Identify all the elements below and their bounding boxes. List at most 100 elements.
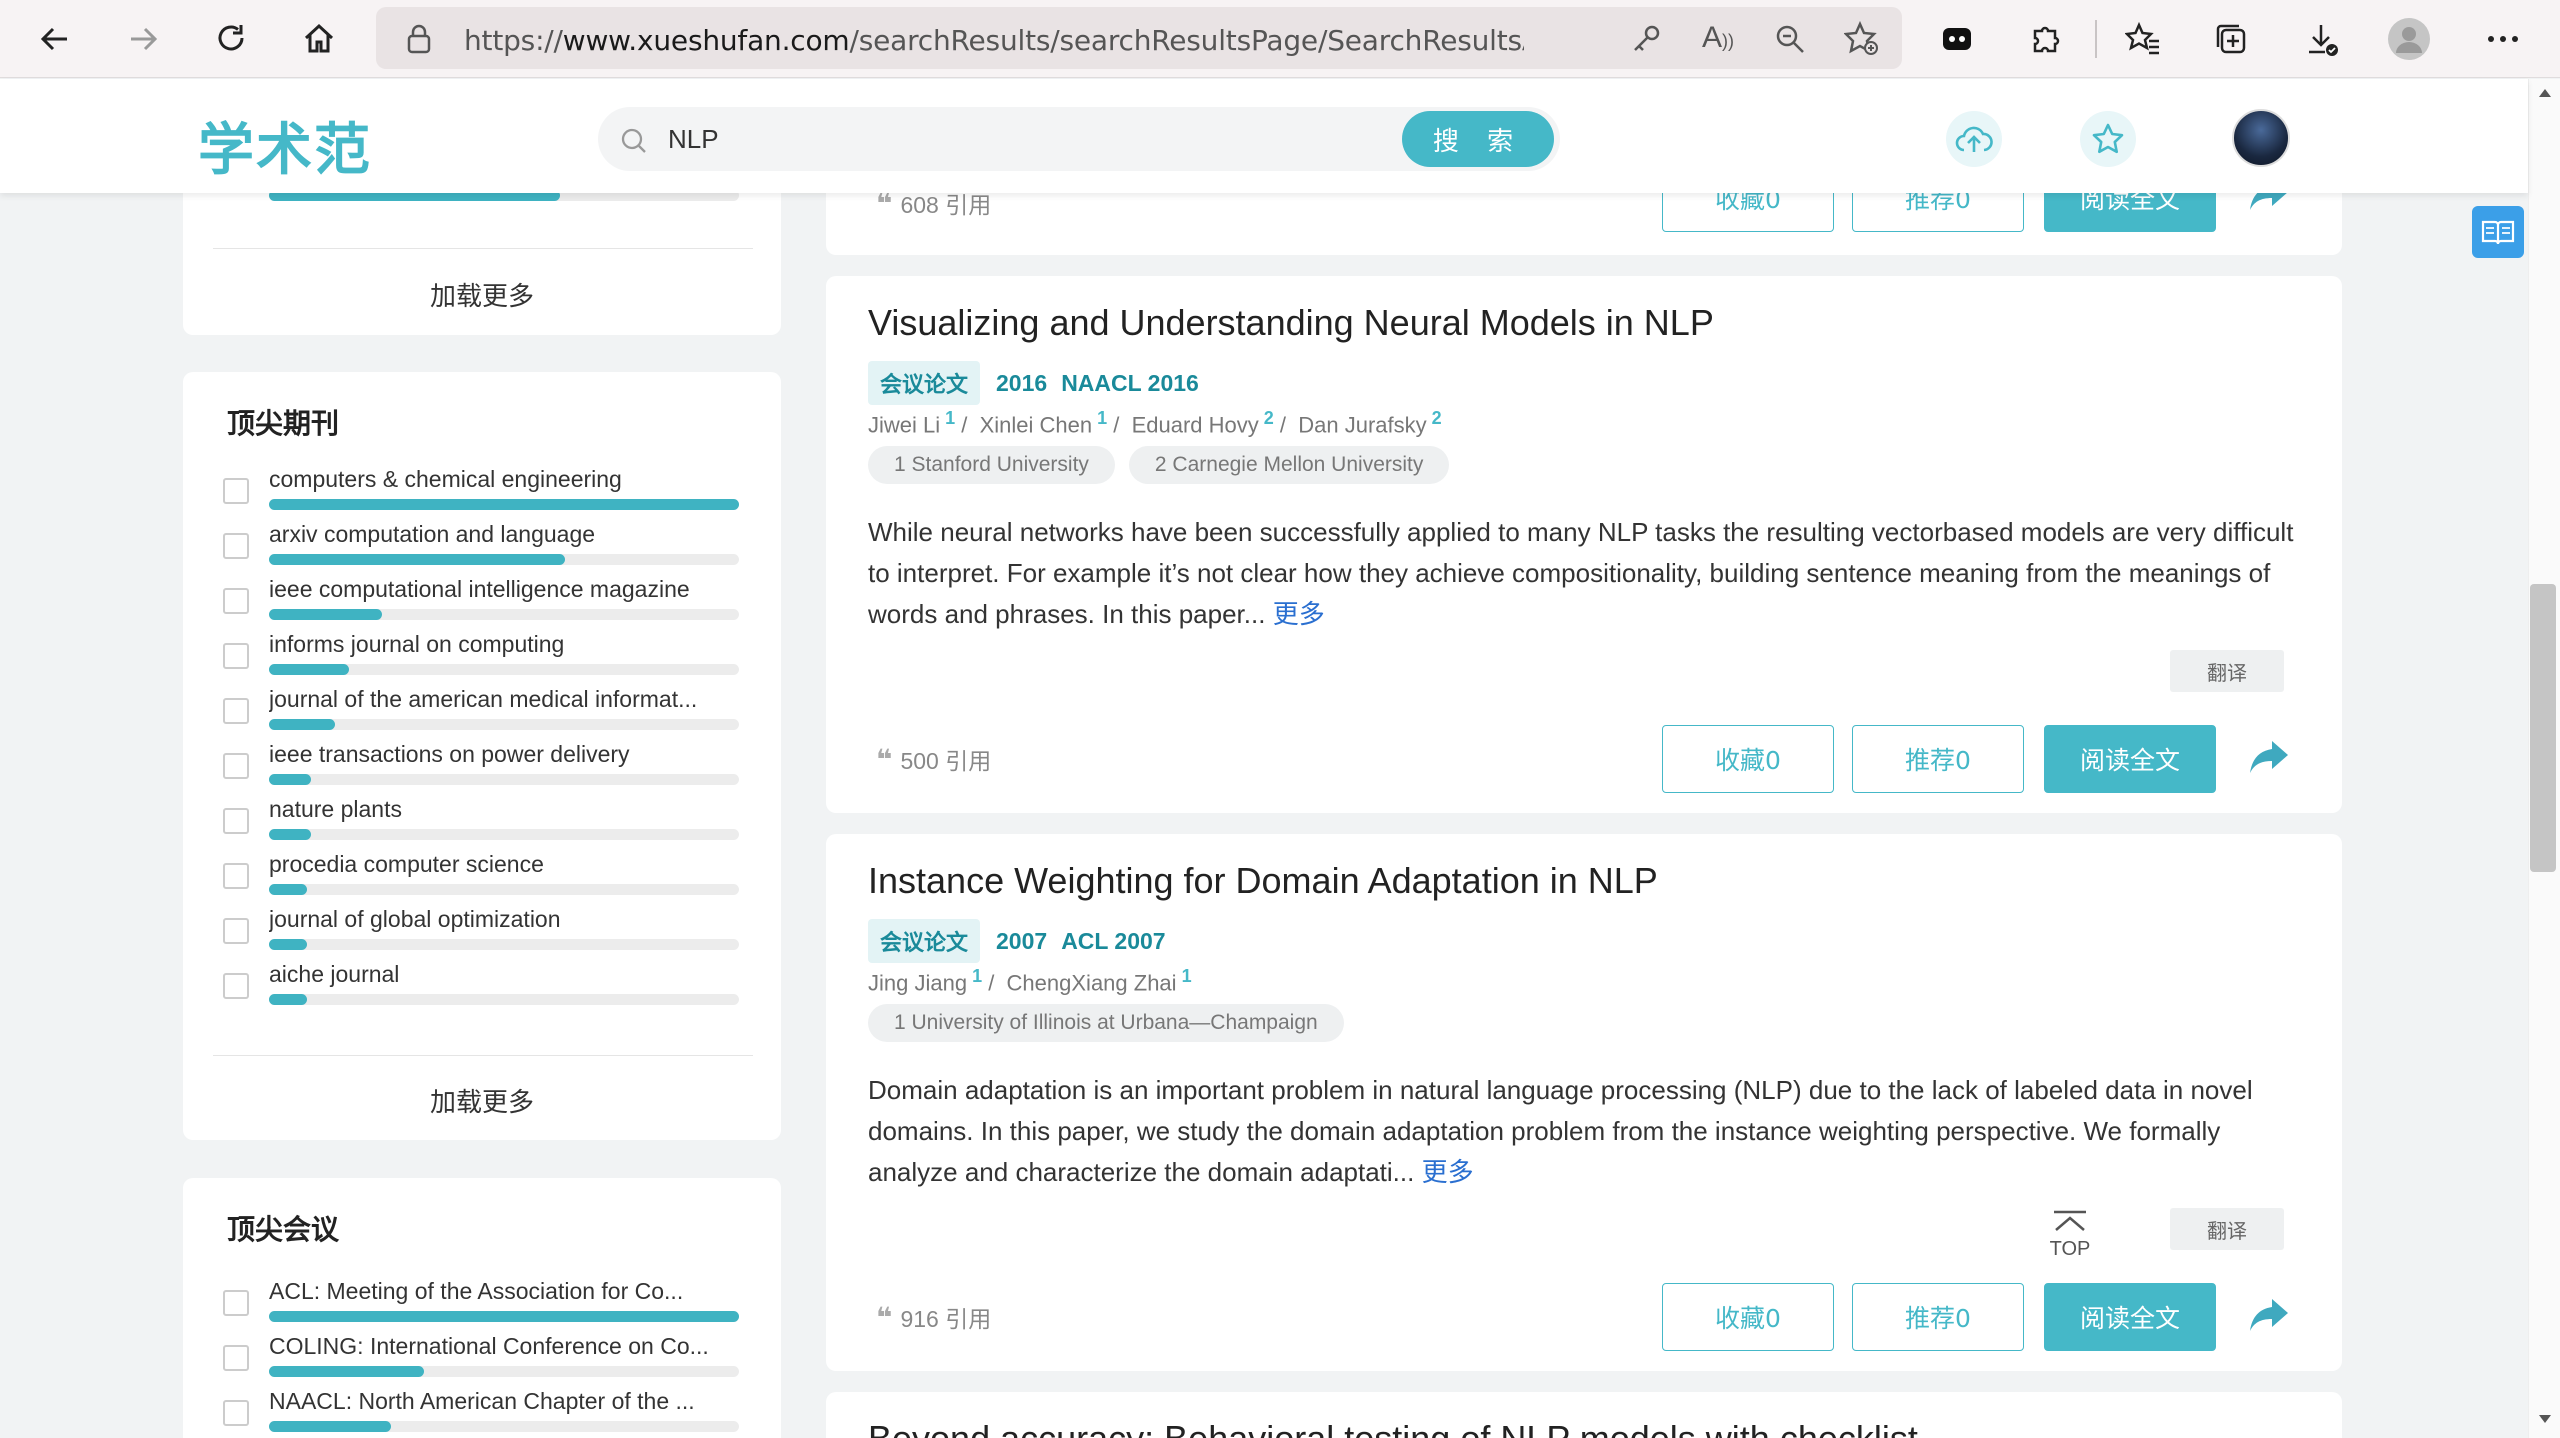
filter-item[interactable]: NAACL: North American Chapter of the ...: [223, 1388, 743, 1438]
filter-label[interactable]: COLING: International Conference on Co..…: [269, 1333, 741, 1360]
filter-checkbox[interactable]: [223, 808, 249, 834]
search-input[interactable]: [668, 119, 1368, 159]
affiliation-chip[interactable]: 2 Carnegie Mellon University: [1128, 446, 1450, 484]
author-name[interactable]: Jing Jiang: [868, 970, 967, 995]
filter-label[interactable]: journal of global optimization: [269, 906, 741, 933]
puzzle-icon[interactable]: [2018, 12, 2072, 66]
scrollbar-thumb[interactable]: [2530, 584, 2556, 872]
lock-icon[interactable]: [406, 24, 432, 59]
site-logo[interactable]: 学术范: [198, 105, 372, 186]
key-icon[interactable]: [1630, 23, 1662, 60]
downloads-icon[interactable]: [2294, 12, 2348, 66]
profile-icon[interactable]: [2382, 12, 2436, 66]
load-more-button[interactable]: 加载更多: [183, 1082, 781, 1119]
zoom-icon[interactable]: [1774, 23, 1806, 60]
filter-checkbox[interactable]: [223, 588, 249, 614]
more-menu-icon[interactable]: [2476, 12, 2530, 66]
filter-checkbox[interactable]: [223, 533, 249, 559]
affiliation-chip[interactable]: 1 Stanford University: [868, 446, 1115, 484]
share-icon[interactable]: [2248, 1295, 2290, 1335]
filter-label[interactable]: procedia computer science: [269, 851, 741, 878]
immersive-reader-icon[interactable]: [2472, 206, 2524, 258]
read-full-text-button[interactable]: 阅读全文: [2044, 1283, 2216, 1351]
load-more-button[interactable]: 加载更多: [183, 276, 781, 313]
filter-item[interactable]: ieee transactions on power delivery: [223, 741, 743, 796]
author-name[interactable]: Xinlei Chen: [980, 412, 1093, 437]
author-name[interactable]: Eduard Hovy: [1132, 412, 1259, 437]
upload-cloud-icon[interactable]: [1946, 111, 2002, 167]
collect-button[interactable]: 收藏0: [1662, 725, 1834, 793]
add-favorite-icon[interactable]: [1843, 20, 1880, 62]
filter-checkbox[interactable]: [223, 1345, 249, 1371]
filter-label[interactable]: ieee transactions on power delivery: [269, 741, 741, 768]
filter-label[interactable]: journal of the american medical informat…: [269, 686, 741, 713]
filter-item[interactable]: computers & chemical engineering: [223, 466, 743, 521]
filter-label[interactable]: aiche journal: [269, 961, 741, 988]
filter-item[interactable]: journal of global optimization: [223, 906, 743, 961]
author-affiliation-index: 2: [1426, 408, 1442, 428]
favorites-star-icon[interactable]: [2080, 111, 2136, 167]
read-aloud-icon[interactable]: A)): [1702, 21, 1734, 55]
filter-item[interactable]: nature plants: [223, 796, 743, 851]
translate-button[interactable]: 翻译: [2170, 650, 2284, 692]
address-bar[interactable]: https://www.xueshufan.com/searchResults/…: [376, 7, 1902, 69]
favorites-icon[interactable]: [2116, 12, 2170, 66]
filter-checkbox[interactable]: [223, 643, 249, 669]
filter-label[interactable]: ACL: Meeting of the Association for Co..…: [269, 1278, 741, 1305]
article-title[interactable]: Instance Weighting for Domain Adaptation…: [868, 860, 1658, 902]
browser-toolbar: https://www.xueshufan.com/searchResults/…: [0, 0, 2560, 78]
filter-label[interactable]: nature plants: [269, 796, 741, 823]
filter-label[interactable]: NAACL: North American Chapter of the ...: [269, 1388, 741, 1415]
filter-item[interactable]: ieee computational intelligence magazine: [223, 576, 743, 631]
filter-item[interactable]: aiche journal: [223, 961, 743, 1016]
forward-icon[interactable]: [116, 12, 170, 66]
filter-label[interactable]: informs journal on computing: [269, 631, 741, 658]
scroll-down-icon[interactable]: [2539, 1415, 2551, 1423]
url-text[interactable]: https://www.xueshufan.com/searchResults/…: [464, 24, 1524, 57]
collect-button[interactable]: 收藏0: [1662, 1283, 1834, 1351]
extension-icon[interactable]: [1930, 12, 1984, 66]
share-icon[interactable]: [2248, 737, 2290, 777]
home-icon[interactable]: [292, 12, 346, 66]
filter-item[interactable]: journal of the american medical informat…: [223, 686, 743, 741]
filter-label[interactable]: computers & chemical engineering: [269, 466, 741, 493]
author-name[interactable]: ChengXiang Zhai: [1007, 970, 1177, 995]
filter-checkbox[interactable]: [223, 1400, 249, 1426]
filter-item[interactable]: informs journal on computing: [223, 631, 743, 686]
affiliation-chip[interactable]: 1 University of Illinois at Urbana—Champ…: [868, 1004, 1344, 1042]
more-link[interactable]: 更多: [1273, 599, 1325, 629]
filter-checkbox[interactable]: [223, 863, 249, 889]
filter-checkbox[interactable]: [223, 478, 249, 504]
read-full-text-button[interactable]: 阅读全文: [2044, 725, 2216, 793]
recommend-button[interactable]: 推荐0: [1852, 725, 2024, 793]
refresh-icon[interactable]: [204, 12, 258, 66]
filter-item[interactable]: arxiv computation and language: [223, 521, 743, 576]
translate-button[interactable]: 翻译: [2170, 1208, 2284, 1250]
filter-label[interactable]: ieee computational intelligence magazine: [269, 576, 741, 603]
search-button[interactable]: 搜 索: [1402, 111, 1554, 167]
paper-venue[interactable]: NAACL 2016: [1061, 370, 1199, 397]
scroll-up-icon[interactable]: [2539, 89, 2551, 97]
filter-checkbox[interactable]: [223, 698, 249, 724]
filter-item[interactable]: procedia computer science: [223, 851, 743, 906]
author-name[interactable]: Jiwei Li: [868, 412, 940, 437]
back-icon[interactable]: [28, 12, 82, 66]
filter-checkbox[interactable]: [223, 1290, 249, 1316]
filter-checkbox[interactable]: [223, 973, 249, 999]
user-avatar[interactable]: [2232, 109, 2290, 167]
author-affiliation-index: 1: [1176, 966, 1192, 986]
author-name[interactable]: Dan Jurafsky: [1298, 412, 1426, 437]
article-title[interactable]: Beyond accuracy: Behavioral testing of N…: [868, 1418, 1918, 1438]
recommend-button[interactable]: 推荐0: [1852, 1283, 2024, 1351]
filter-checkbox[interactable]: [223, 753, 249, 779]
paper-venue[interactable]: ACL 2007: [1061, 928, 1165, 955]
filter-item[interactable]: ACL: Meeting of the Association for Co..…: [223, 1278, 743, 1333]
article-title[interactable]: Visualizing and Understanding Neural Mod…: [868, 302, 1714, 344]
panel-divider: [213, 248, 753, 249]
back-to-top-button[interactable]: TOP: [2044, 1208, 2096, 1261]
filter-item[interactable]: COLING: International Conference on Co..…: [223, 1333, 743, 1388]
filter-checkbox[interactable]: [223, 918, 249, 944]
collections-icon[interactable]: [2204, 12, 2258, 66]
filter-label[interactable]: arxiv computation and language: [269, 521, 741, 548]
more-link[interactable]: 更多: [1422, 1157, 1474, 1187]
